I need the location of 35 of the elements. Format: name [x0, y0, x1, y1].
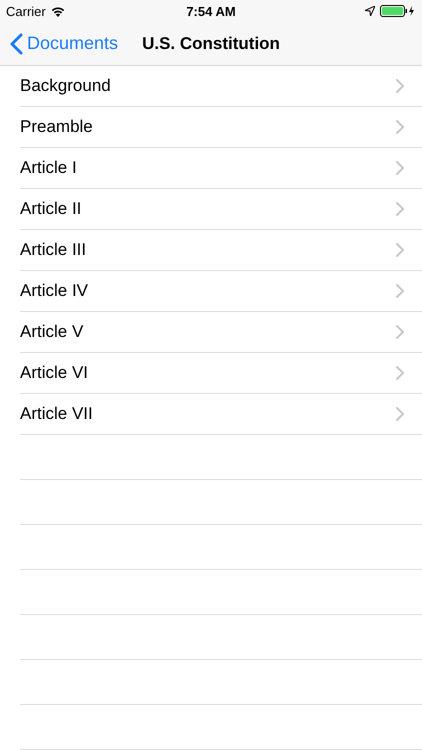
chevron-right-icon [396, 325, 404, 339]
list-item[interactable]: Preamble [20, 107, 422, 148]
list-item[interactable]: Article III [20, 230, 422, 271]
list-item[interactable]: Article V [20, 312, 422, 353]
wifi-icon [50, 6, 65, 16]
item-label: Article II [20, 199, 82, 219]
list-item[interactable]: Background [20, 66, 422, 107]
list-item[interactable]: Article IV [20, 271, 422, 312]
status-time: 7:54 AM [186, 4, 236, 18]
item-label: Article I [20, 158, 77, 178]
location-arrow-icon [365, 6, 375, 16]
chevron-right-icon [396, 284, 404, 298]
item-label: Article VI [20, 363, 88, 383]
carrier-label: Carrier [6, 4, 46, 18]
item-label: Article IV [20, 281, 88, 301]
list-item[interactable]: Article VI [20, 353, 422, 394]
list-item[interactable]: Article VII [20, 394, 422, 435]
item-label: Preamble [20, 117, 93, 137]
chevron-right-icon [396, 120, 404, 134]
item-label: Background [20, 76, 111, 96]
chevron-left-icon [10, 32, 23, 54]
back-button[interactable]: Documents [0, 32, 118, 54]
item-label: Article III [20, 240, 86, 260]
chevron-right-icon [396, 366, 404, 380]
item-label: Article VII [20, 404, 93, 424]
list-item[interactable]: Article II [20, 189, 422, 230]
chevron-right-icon [396, 407, 404, 421]
chevron-right-icon [396, 243, 404, 257]
nav-title: U.S. Constitution [142, 34, 280, 54]
chevron-right-icon [396, 79, 404, 93]
list-item[interactable]: Article I [20, 148, 422, 189]
chevron-right-icon [396, 161, 404, 175]
item-label: Article V [20, 322, 84, 342]
battery-icon [380, 5, 416, 17]
chevron-right-icon [396, 202, 404, 216]
